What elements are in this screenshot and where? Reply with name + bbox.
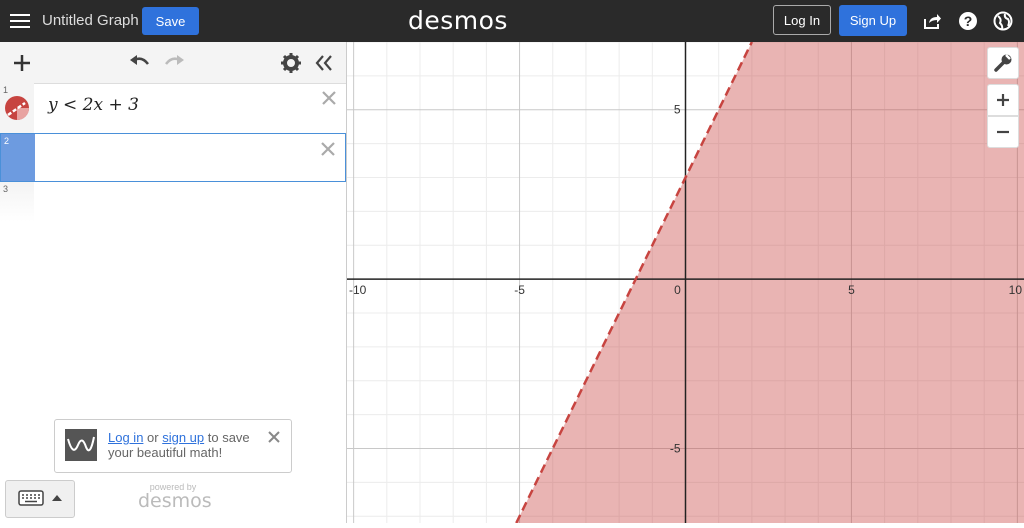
signup-link[interactable]: sign up (162, 430, 204, 445)
graph-canvas[interactable]: -10 -5 0 5 10 -5 5 (347, 41, 1024, 524)
expression-gutter: 1 (0, 83, 34, 133)
expression-gutter: 3 (0, 182, 34, 222)
menu-icon[interactable] (10, 11, 30, 31)
keyboard-icon (18, 490, 44, 506)
delete-expression-icon[interactable] (320, 89, 338, 107)
svg-text:?: ? (964, 13, 973, 29)
top-bar: Untitled Graph Save desmos Log In Sign U… (0, 0, 1024, 42)
expression-toolbar (0, 42, 346, 84)
share-icon[interactable] (922, 11, 942, 31)
expression-number: 3 (3, 184, 9, 194)
x-tick-label: -5 (514, 283, 525, 297)
zoom-in-button[interactable] (987, 84, 1019, 116)
graph-title[interactable]: Untitled Graph (42, 12, 139, 29)
inequality-shaded-region (516, 42, 1024, 523)
expression-gutter: 2 (1, 134, 35, 181)
x-tick-label: 10 (1009, 283, 1023, 297)
redo-icon[interactable] (162, 51, 186, 75)
caret-up-icon (52, 495, 62, 501)
promo-text: Log in or sign up to save your beautiful… (108, 430, 268, 460)
graph-paper[interactable]: -10 -5 0 5 10 -5 5 (347, 41, 1024, 524)
collapse-panel-icon[interactable] (312, 51, 336, 75)
keyboard-toggle-button[interactable] (5, 480, 75, 518)
plus-icon (997, 94, 1009, 106)
save-promo-box: Log in or sign up to save your beautiful… (54, 419, 292, 473)
minus-icon (997, 130, 1009, 134)
powered-by-logo: desmos (138, 490, 212, 512)
y-tick-label: -5 (670, 441, 681, 455)
expression-number: 2 (4, 136, 10, 146)
expression-row[interactable]: 1 y < 2x + 3 (0, 83, 346, 134)
x-tick-label: 0 (674, 283, 681, 297)
login-button[interactable]: Log In (773, 5, 831, 35)
delete-expression-icon[interactable] (319, 140, 337, 158)
add-icon[interactable] (10, 51, 34, 75)
zoom-out-button[interactable] (987, 116, 1019, 148)
color-swatch-icon[interactable] (4, 95, 30, 121)
graph-settings-button[interactable] (987, 47, 1019, 79)
graph-thumbnail-icon (65, 429, 97, 461)
expression-panel: 1 y < 2x + 3 2 3 Log in or sign up to sa… (0, 42, 347, 523)
gear-icon[interactable] (279, 51, 303, 75)
expression-math[interactable]: y < 2x + 3 (48, 95, 139, 115)
signup-button[interactable]: Sign Up (839, 5, 907, 36)
undo-icon[interactable] (128, 51, 152, 75)
y-tick-label: 5 (674, 103, 681, 117)
wrench-icon (994, 54, 1012, 72)
x-tick-label: 5 (848, 283, 855, 297)
x-tick-label: -10 (349, 283, 367, 297)
login-link[interactable]: Log in (108, 430, 143, 445)
expression-row[interactable]: 3 (0, 182, 346, 222)
close-icon[interactable] (267, 430, 281, 444)
powered-by: powered by desmos (138, 482, 212, 512)
expression-number: 1 (3, 85, 9, 95)
globe-icon[interactable] (993, 11, 1013, 31)
help-icon[interactable]: ? (958, 11, 978, 31)
desmos-logo: desmos (408, 6, 508, 35)
save-button[interactable]: Save (142, 7, 199, 35)
expression-row-active[interactable]: 2 (0, 133, 346, 182)
promo-or: or (143, 430, 163, 445)
